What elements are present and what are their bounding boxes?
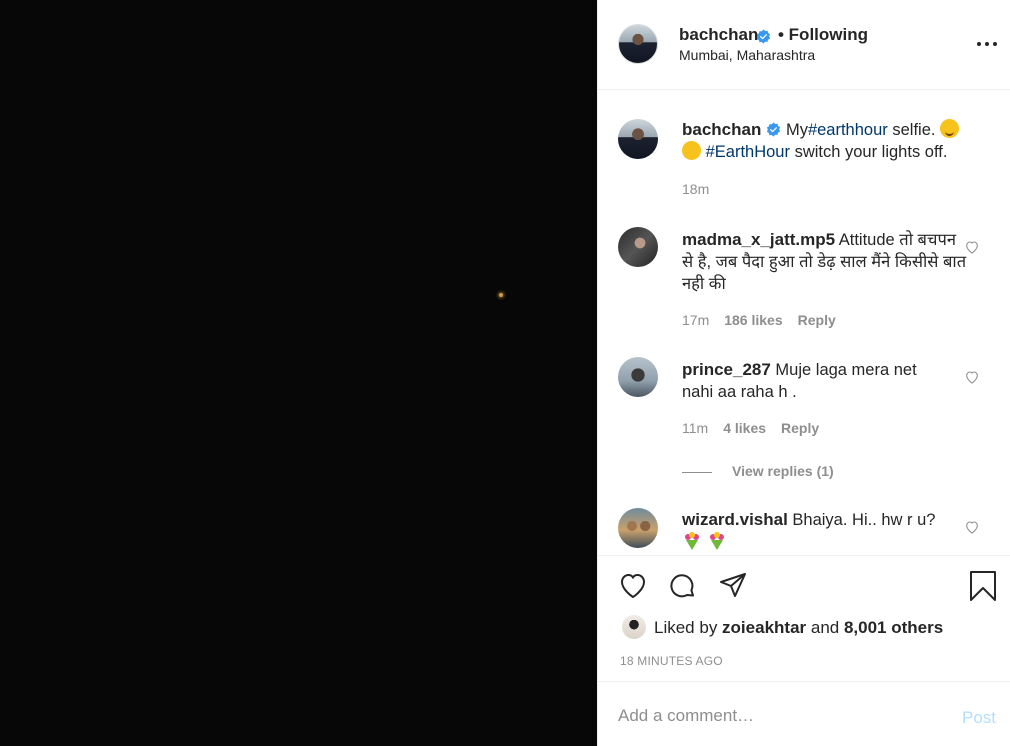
replies-divider <box>682 471 712 473</box>
comment-time[interactable]: 11m <box>682 420 708 436</box>
post-side-panel: bachchan • Following Mumbai, Maharashtra… <box>597 0 1010 746</box>
caption-text-mid: selfie. <box>887 121 941 139</box>
comment-text: wizard.vishal Bhaiya. Hi.. hw r u? <box>682 509 967 554</box>
comments-list[interactable]: bachchan My#earthhour selfie. #EarthHour… <box>598 91 1010 555</box>
bouquet-emoji-icon <box>707 531 727 551</box>
caption-text-end: switch your lights off. <box>789 143 948 161</box>
heart-icon[interactable] <box>964 239 980 255</box>
heart-icon[interactable] <box>618 571 648 601</box>
comment-username[interactable]: wizard.vishal <box>682 510 788 529</box>
liker-username[interactable]: zoieakhtar <box>722 618 806 637</box>
comment-text: madma_x_jatt.mp5 Attitude तो बचपन से है,… <box>682 229 967 295</box>
laughing-emoji-icon <box>682 141 701 160</box>
liked-by-label: Liked by <box>654 618 723 637</box>
post-photo[interactable] <box>0 0 597 746</box>
caption-username[interactable]: bachchan <box>682 120 761 139</box>
comment-likes[interactable]: 186 likes <box>724 312 782 328</box>
view-replies-label: View replies (1) <box>732 463 834 479</box>
comment-avatar[interactable] <box>618 508 658 548</box>
view-replies-button[interactable]: View replies (1) <box>682 463 834 479</box>
caption-avatar[interactable] <box>618 119 658 159</box>
comment-text: prince_287 Muje laga mera net nahi aa ra… <box>682 359 942 403</box>
photo-light-spot <box>499 293 503 297</box>
wink-emoji-icon <box>940 119 960 138</box>
avatar[interactable] <box>622 615 646 639</box>
post-actions: Liked by zoieakhtar and 8,001 others 18 … <box>598 555 1010 681</box>
heart-icon[interactable] <box>964 519 980 535</box>
comment-username[interactable]: prince_287 <box>682 360 771 379</box>
comment-avatar[interactable] <box>618 357 658 397</box>
post-button[interactable]: Post <box>962 708 996 728</box>
share-icon[interactable] <box>718 571 748 601</box>
bookmark-icon[interactable] <box>968 571 998 601</box>
location-link[interactable]: Mumbai, Maharashtra <box>679 47 815 63</box>
verified-icon <box>756 29 771 44</box>
following-status[interactable]: • Following <box>778 25 868 45</box>
reply-button[interactable]: Reply <box>781 420 819 436</box>
comment-avatar[interactable] <box>618 227 658 267</box>
caption-time[interactable]: 18m <box>682 181 709 197</box>
caption-text-start: My <box>785 121 808 139</box>
more-icon[interactable] <box>976 36 998 52</box>
comment-meta: 11m 4 likes Reply <box>682 420 819 436</box>
caption-text: bachchan My#earthhour selfie. #EarthHour… <box>682 119 982 163</box>
likes-and: and <box>806 618 844 637</box>
comment-likes[interactable]: 4 likes <box>723 420 766 436</box>
header-username[interactable]: bachchan <box>679 25 758 45</box>
comment-icon[interactable] <box>668 571 698 601</box>
comment-username[interactable]: madma_x_jatt.mp5 <box>682 230 835 249</box>
add-comment-bar: Post <box>598 681 1010 746</box>
comment-input[interactable] <box>618 702 938 730</box>
verified-icon <box>767 122 781 137</box>
comment-meta: 17m 186 likes Reply <box>682 312 836 328</box>
comment-time[interactable]: 17m <box>682 312 709 328</box>
post-header: bachchan • Following Mumbai, Maharashtra <box>598 0 1010 90</box>
post-timestamp[interactable]: 18 MINUTES AGO <box>620 654 723 668</box>
bouquet-emoji-icon <box>682 531 702 551</box>
reply-button[interactable]: Reply <box>798 312 836 328</box>
avatar[interactable] <box>618 24 658 64</box>
heart-icon[interactable] <box>964 369 980 385</box>
likes-text: Liked by zoieakhtar and 8,001 others <box>654 618 943 638</box>
comment-body: Bhaiya. Hi.. hw r u? <box>787 511 936 529</box>
hashtag-link[interactable]: #EarthHour <box>706 143 790 161</box>
likes-others-link[interactable]: 8,001 others <box>844 618 943 637</box>
hashtag-link[interactable]: #earthhour <box>808 121 888 139</box>
